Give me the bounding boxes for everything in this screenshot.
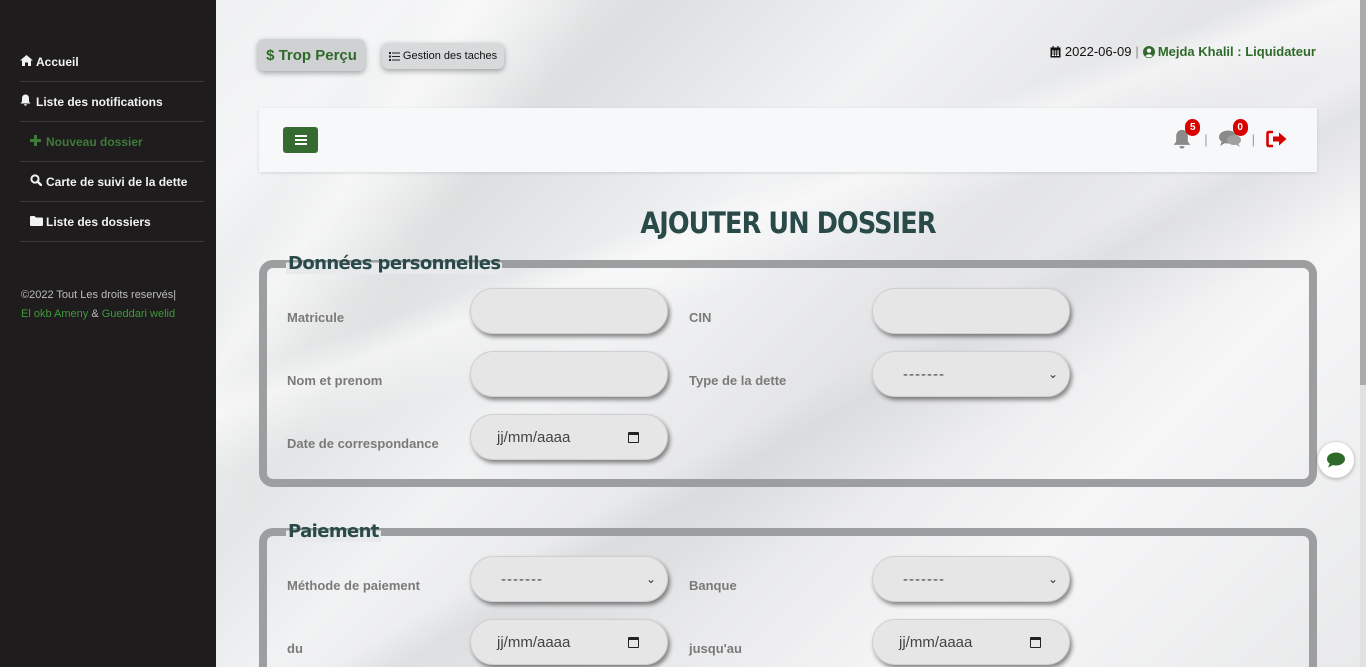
methode-paiement-select[interactable]: ------- ⌄ — [470, 556, 668, 602]
date-placeholder: jj/mm/aaaa — [899, 633, 973, 651]
select-value: ------- — [501, 570, 543, 588]
matricule-label: Matricule — [287, 310, 345, 325]
plus-icon — [30, 134, 44, 149]
messages-button[interactable]: 0 — [1218, 119, 1248, 151]
banque-label: Banque — [689, 578, 737, 593]
jusquau-label: jusqu'au — [689, 641, 742, 656]
list-icon — [388, 51, 400, 61]
nom-prenom-input[interactable] — [470, 351, 668, 397]
du-label: du — [287, 641, 303, 656]
sidebar-item-notifications[interactable]: Liste des notifications — [20, 82, 204, 122]
navbar: 5 | 0 | — [259, 108, 1317, 172]
calendar-icon — [1050, 45, 1061, 58]
cin-label: CIN — [689, 310, 712, 325]
date-placeholder: jj/mm/aaaa — [497, 633, 571, 651]
methode-paiement-label: Méthode de paiement — [287, 578, 420, 593]
sidebar-item-label: Nouveau dossier — [46, 134, 143, 149]
notifications-button[interactable]: 5 — [1170, 119, 1201, 151]
fieldset-legend: Paiement — [286, 521, 381, 542]
top-info: 2022-06-09 | Mejda Khalil : Liquidateur — [1050, 44, 1316, 59]
sidebar-item-accueil[interactable]: Accueil — [20, 42, 204, 82]
date-correspondance-label: Date de correspondance — [287, 436, 439, 451]
bell-icon — [20, 94, 34, 109]
chevron-down-icon: ⌄ — [1047, 367, 1059, 381]
tasks-button[interactable]: Gestion des taches — [382, 43, 504, 69]
sidebar-item-liste-dossiers[interactable]: Liste des dossiers — [20, 202, 204, 242]
current-date: 2022-06-09 — [1064, 44, 1132, 59]
bars-icon — [294, 135, 307, 145]
personal-data-fieldset: Données personnelles Matricule CIN Nom e… — [259, 253, 1317, 487]
folder-icon — [30, 215, 44, 229]
fieldset-legend: Données personnelles — [286, 253, 503, 274]
type-dette-label: Type de la dette — [689, 373, 787, 388]
sidebar-item-carte-suivi[interactable]: Carte de suivi de la dette — [20, 162, 204, 202]
sidebar-item-nouveau-dossier[interactable]: Nouveau dossier — [20, 122, 204, 162]
notifications-badge: 5 — [1185, 119, 1201, 136]
author-link-2[interactable]: Gueddari welid — [102, 308, 175, 320]
select-value: ------- — [903, 365, 945, 383]
tasks-label: Gestion des taches — [402, 50, 498, 62]
page-title: AJOUTER UN DOSSIER — [640, 206, 936, 240]
banque-select[interactable]: ------- ⌄ — [872, 556, 1070, 602]
comment-icon — [1327, 452, 1345, 468]
brand-button[interactable]: $ Trop Perçu — [258, 39, 365, 71]
home-icon — [20, 54, 34, 69]
chevron-down-icon: ⌄ — [1047, 572, 1059, 586]
calendar-icon[interactable] — [628, 636, 639, 648]
cin-input[interactable] — [872, 288, 1070, 334]
messages-badge: 0 — [1232, 119, 1248, 136]
scrollbar-thumb[interactable] — [1360, 0, 1366, 385]
author-link-1[interactable]: El okb Ameny — [21, 308, 88, 320]
date-placeholder: jj/mm/aaaa — [497, 428, 571, 446]
sidebar-item-label: Liste des notifications — [36, 94, 163, 109]
sign-out-icon — [1266, 130, 1287, 148]
chat-widget-button[interactable] — [1318, 442, 1354, 478]
menu-toggle-button[interactable] — [283, 127, 318, 153]
date-correspondance-input[interactable]: jj/mm/aaaa — [470, 414, 668, 460]
calendar-icon[interactable] — [1030, 636, 1041, 648]
du-date-input[interactable]: jj/mm/aaaa — [470, 619, 668, 665]
matricule-input[interactable] — [470, 288, 668, 334]
chevron-down-icon: ⌄ — [645, 572, 657, 586]
logout-button[interactable] — [1265, 127, 1289, 151]
sidebar-item-label: Carte de suivi de la dette — [46, 174, 188, 189]
navbar-icons: 5 | 0 | — [1170, 119, 1289, 154]
sidebar-nav: Accueil Liste des notifications Nouveau … — [20, 42, 204, 242]
sidebar: Accueil Liste des notifications Nouveau … — [0, 0, 216, 667]
copyright: ©2022 Tout Les droits reservés| El okb A… — [21, 286, 211, 324]
payment-fieldset: Paiement Méthode de paiement ------- ⌄ B… — [259, 521, 1317, 667]
amp: & — [91, 308, 99, 320]
sidebar-item-label: Liste des dossiers — [46, 214, 151, 229]
user-circle-icon — [1142, 45, 1155, 58]
sidebar-item-label: Accueil — [36, 54, 79, 69]
nom-prenom-label: Nom et prenom — [287, 373, 383, 388]
jusquau-date-input[interactable]: jj/mm/aaaa — [872, 619, 1070, 665]
calendar-icon[interactable] — [628, 431, 639, 443]
copyright-text: ©2022 Tout Les droits reservés| — [21, 289, 177, 301]
search-icon — [30, 174, 44, 189]
user-name[interactable]: Mejda Khalil : Liquidateur — [1158, 44, 1316, 59]
type-dette-select[interactable]: ------- ⌄ — [872, 351, 1070, 397]
page-scrollbar[interactable] — [1360, 0, 1366, 667]
select-value: ------- — [903, 570, 945, 588]
